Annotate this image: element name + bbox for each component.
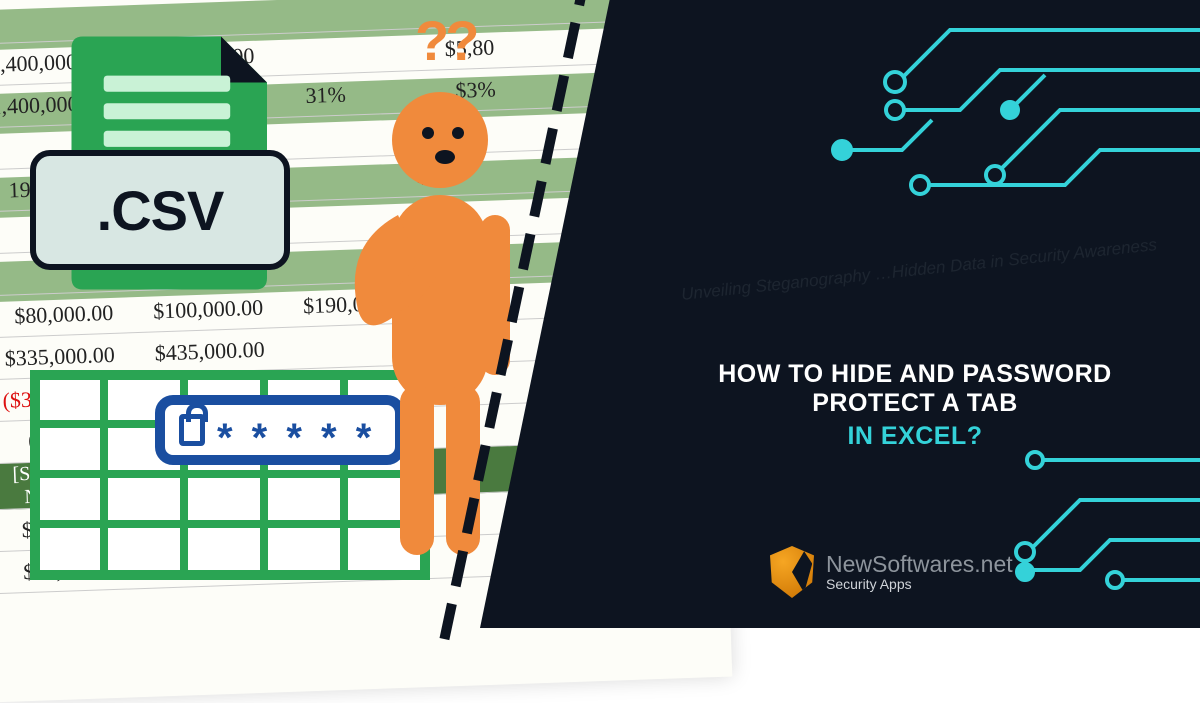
brand-name: NewSoftwares [826,551,974,577]
brand-suffix: .net [974,551,1012,577]
promo-graphic: $1,400,000.00 $100,000.00 $5,80 $1,400,0… [0,0,1200,628]
brand-logo: NewSoftwares.net Security Apps [770,546,1013,598]
question-marks-icon: ?? [415,8,475,73]
cell: $80,000.00 [0,299,128,330]
shield-icon [770,546,814,598]
headline-line1: HOW TO HIDE AND PASSWORD PROTECT A TAB [718,360,1111,417]
cell: $335,000.00 [0,341,129,372]
cell: $435,000.00 [128,336,279,367]
brand-tagline: Security Apps [826,577,1013,592]
file-extension-label: .CSV [30,150,290,270]
headline: HOW TO HIDE AND PASSWORD PROTECT A TAB I… [670,360,1160,451]
headline-line2: IN EXCEL? [670,422,1160,451]
lock-icon [179,414,205,446]
